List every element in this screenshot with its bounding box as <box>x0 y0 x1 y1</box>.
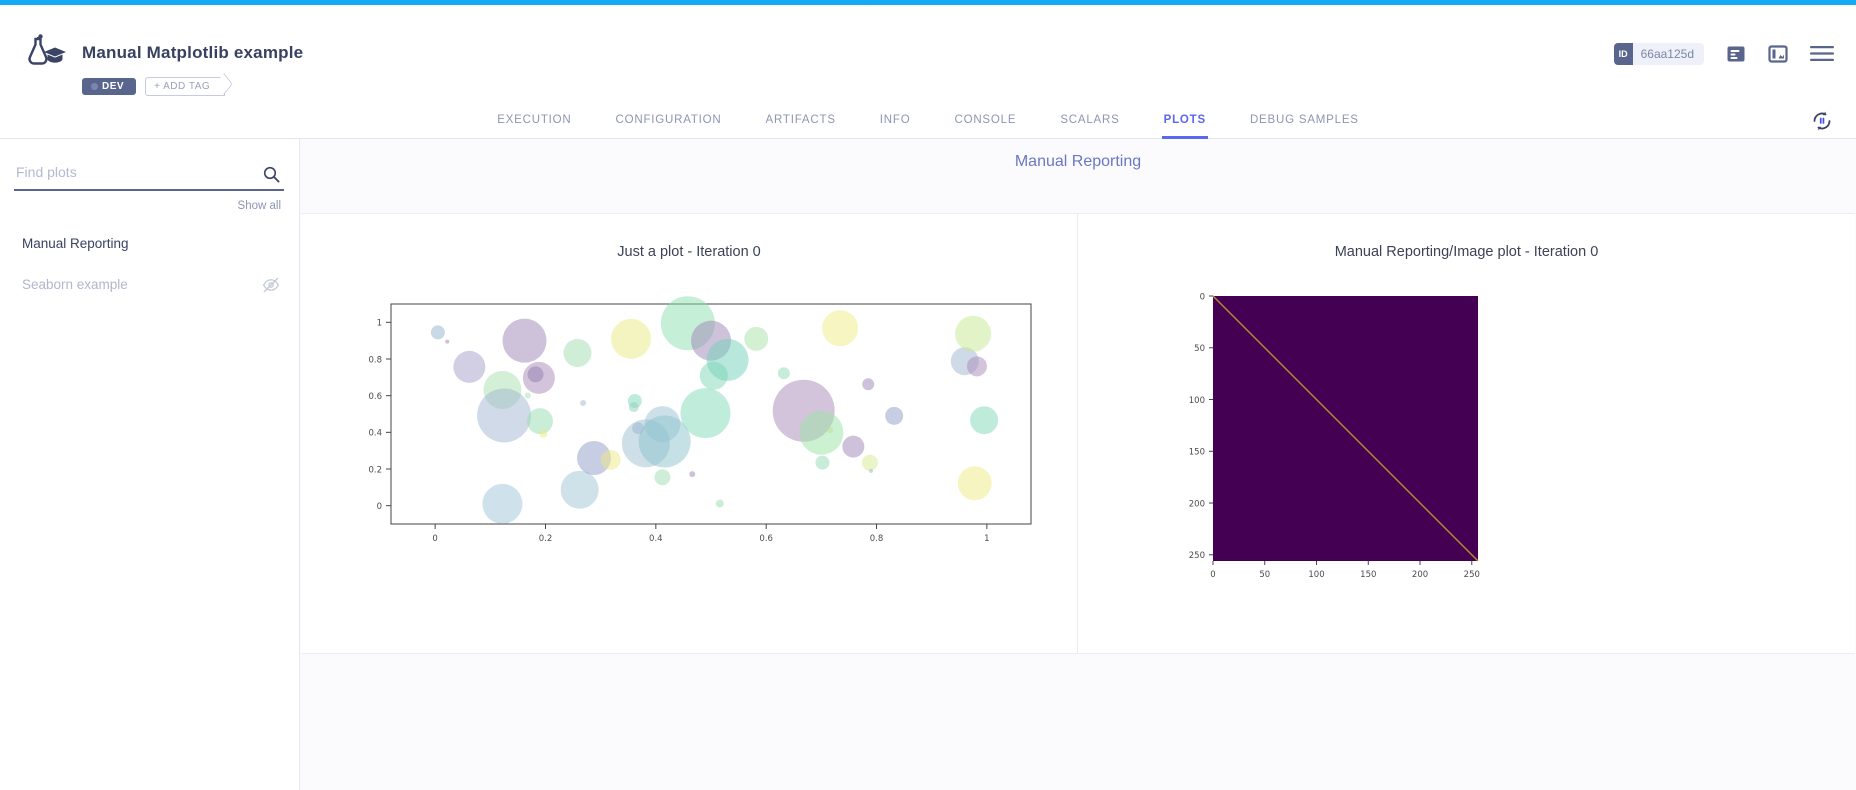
svg-text:0.6: 0.6 <box>759 534 773 544</box>
plots-sidebar: Show all Manual Reporting Seaborn exampl… <box>0 139 300 790</box>
tab-list: EXECUTION CONFIGURATION ARTIFACTS INFO C… <box>0 101 1856 139</box>
search-icon[interactable] <box>263 166 280 183</box>
tag-dot-icon <box>91 83 98 90</box>
svg-text:0.2: 0.2 <box>368 465 382 475</box>
svg-text:0.4: 0.4 <box>368 429 382 439</box>
svg-text:0.4: 0.4 <box>649 534 663 544</box>
svg-text:250: 250 <box>1464 570 1480 580</box>
plot-card-scatter[interactable]: Just a plot - Iteration 0 0 0.2 0.4 0.6 0.8 1… <box>301 214 1078 653</box>
auto-refresh-paused-icon[interactable] <box>1810 109 1834 133</box>
plot-title: Just a plot - Iteration 0 <box>301 244 1077 260</box>
svg-text:0.6: 0.6 <box>368 392 382 402</box>
tab-console[interactable]: CONSOLE <box>952 101 1018 139</box>
search-input[interactable] <box>14 164 249 186</box>
eye-off-icon[interactable] <box>262 276 280 294</box>
svg-text:150: 150 <box>1189 448 1205 458</box>
page-title: Manual Matplotlib example <box>82 43 303 63</box>
scatter-plot-canvas: 0 0.2 0.4 0.6 0.8 1 0 0.2 0.4 0.6 0.8 1 <box>301 274 1077 644</box>
search-box <box>14 161 284 191</box>
sidebar-item-seaborn-example[interactable]: Seaborn example <box>0 264 300 305</box>
svg-text:0.8: 0.8 <box>368 355 382 365</box>
svg-text:250: 250 <box>1189 551 1205 561</box>
show-all-button[interactable]: Show all <box>238 200 281 212</box>
tag-dev-label: DEV <box>102 81 124 92</box>
tag-dev[interactable]: DEV <box>82 78 136 95</box>
details-panel-icon[interactable] <box>1726 44 1746 64</box>
svg-text:0: 0 <box>1200 292 1205 302</box>
tab-configuration[interactable]: CONFIGURATION <box>614 101 724 139</box>
tab-debug-samples[interactable]: DEBUG SAMPLES <box>1248 101 1361 139</box>
svg-text:0: 0 <box>1210 570 1215 580</box>
tab-artifacts[interactable]: ARTIFACTS <box>764 101 838 139</box>
svg-text:100: 100 <box>1189 396 1205 406</box>
svg-text:50: 50 <box>1259 570 1270 580</box>
svg-text:200: 200 <box>1412 570 1428 580</box>
plot-card-image[interactable]: Manual Reporting/Image plot - Iteration … <box>1078 214 1855 653</box>
id-badge-label: ID <box>1614 43 1633 65</box>
svg-text:0.8: 0.8 <box>870 534 884 544</box>
svg-text:1: 1 <box>377 319 382 329</box>
tab-plots[interactable]: PLOTS <box>1162 101 1208 139</box>
plot-group-list: Manual Reporting Seaborn example <box>0 223 300 305</box>
add-tag-button[interactable]: + ADD TAG <box>145 77 225 96</box>
sidebar-item-label: Manual Reporting <box>22 236 129 251</box>
project-logo-icon <box>20 33 66 73</box>
svg-text:50: 50 <box>1194 344 1205 354</box>
svg-text:0: 0 <box>432 534 437 544</box>
svg-text:0.2: 0.2 <box>539 534 553 544</box>
experiment-id[interactable]: ID 66aa125d <box>1614 43 1704 65</box>
hamburger-menu-icon[interactable] <box>1810 45 1834 63</box>
svg-text:1: 1 <box>984 534 989 544</box>
plot-title: Manual Reporting/Image plot - Iteration … <box>1078 244 1855 260</box>
tab-bar: EXECUTION CONFIGURATION ARTIFACTS INFO C… <box>0 101 1856 139</box>
svg-text:0: 0 <box>377 502 382 512</box>
tab-info[interactable]: INFO <box>878 101 913 139</box>
sidebar-item-manual-reporting[interactable]: Manual Reporting <box>0 223 300 264</box>
svg-text:150: 150 <box>1360 570 1376 580</box>
section-title: Manual Reporting <box>300 153 1856 171</box>
svg-text:100: 100 <box>1308 570 1324 580</box>
tag-row: DEV + ADD TAG <box>82 77 225 96</box>
sidebar-item-label: Seaborn example <box>22 277 128 292</box>
tab-scalars[interactable]: SCALARS <box>1058 101 1121 139</box>
svg-text:200: 200 <box>1189 499 1205 509</box>
tab-execution[interactable]: EXECUTION <box>495 101 573 139</box>
id-value: 66aa125d <box>1633 47 1704 61</box>
header-actions: ID 66aa125d <box>1614 43 1834 65</box>
compare-panel-icon[interactable] <box>1768 44 1788 64</box>
image-plot-canvas: 0 50 100 150 200 250 0 50 100 150 200 250 <box>1078 274 1855 644</box>
plots-main-panel: Manual Reporting Just a plot - Iteration… <box>300 139 1856 790</box>
plot-card-grid: Just a plot - Iteration 0 0 0.2 0.4 0.6 0.8 1… <box>301 213 1855 654</box>
page-header: Manual Matplotlib example DEV + ADD TAG … <box>0 5 1856 101</box>
